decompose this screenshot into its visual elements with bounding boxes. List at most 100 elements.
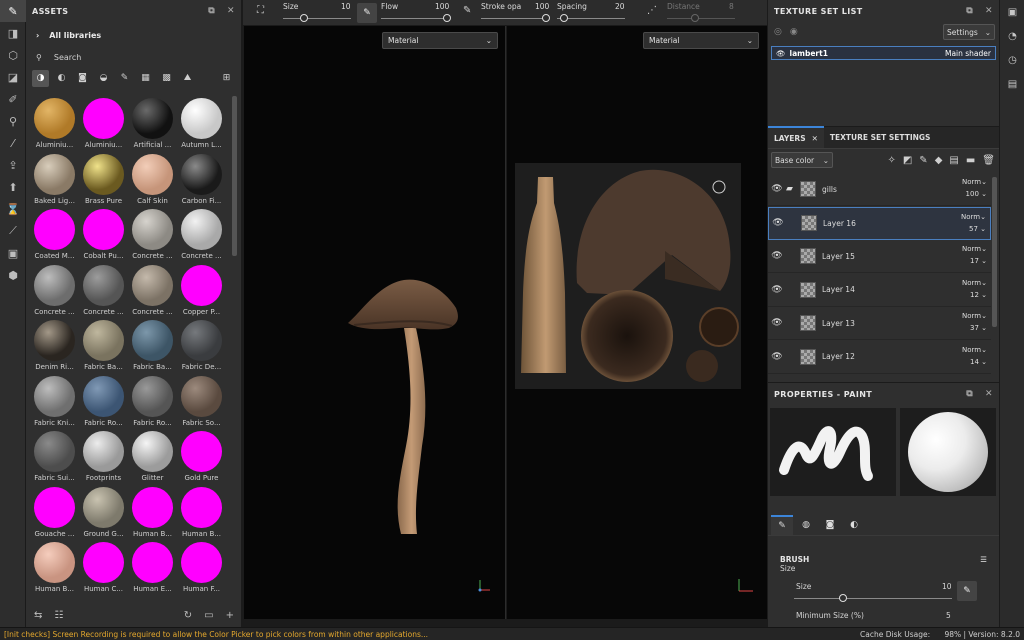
asset-tile[interactable]: Autumn L... — [177, 96, 226, 152]
search-field[interactable]: ⚲ Search — [26, 48, 241, 66]
add-fill-layer-icon[interactable]: ◆ — [935, 155, 943, 166]
brush-filter-icon[interactable]: ✎ — [116, 70, 133, 87]
symmetry-icon[interactable]: ⛶ — [257, 5, 264, 16]
hide-icon[interactable]: ◎ — [774, 27, 782, 37]
add-mask-icon[interactable]: ◩ — [903, 155, 912, 166]
asset-tile[interactable]: Human F... — [177, 540, 226, 596]
clone-stamp-icon[interactable]: ⚲ — [0, 110, 26, 132]
bake-icon[interactable]: ⬆ — [0, 176, 26, 198]
asset-tile[interactable]: Human B... — [30, 540, 79, 596]
asset-tile[interactable]: Glitter — [128, 429, 177, 485]
asset-tile[interactable]: Human C... — [79, 540, 128, 596]
asset-tile[interactable]: Artificial ... — [128, 96, 177, 152]
blend-mode[interactable]: Norm — [962, 178, 981, 186]
asset-tile[interactable]: Ground G... — [79, 485, 128, 541]
library-selector[interactable]: › All libraries — [26, 22, 241, 48]
viewport-3d[interactable]: Material ⌄ — [244, 26, 506, 619]
undock-icon[interactable]: ⧉ — [966, 389, 973, 399]
tab-texture-set-settings[interactable]: TEXTURE SET SETTINGS — [824, 126, 937, 148]
add-folder-icon[interactable]: ▬ — [966, 155, 975, 166]
asset-tile[interactable]: Concrete ... — [30, 263, 79, 319]
asset-tile[interactable]: Human B... — [177, 485, 226, 541]
asset-tile[interactable]: Calf Skin — [128, 152, 177, 208]
flow-value[interactable]: 100 — [435, 2, 449, 11]
layer-opacity[interactable]: 100 — [966, 190, 979, 198]
smart-material-filter-icon[interactable]: ◐ — [53, 70, 70, 87]
asset-tile[interactable]: Aluminiu... — [79, 96, 128, 152]
add-layer-icon[interactable]: ▤ — [949, 155, 958, 166]
photo-icon[interactable]: ▣ — [0, 242, 26, 264]
brush-tab-icon[interactable]: ✎ — [771, 514, 793, 535]
layer-blend[interactable]: Norm⌄ 12 ⌄ — [962, 277, 987, 301]
blend-mode[interactable]: Norm — [962, 245, 981, 253]
channel-dropdown[interactable]: Base color ⌄ — [771, 152, 833, 168]
layer-opacity[interactable]: 12 — [970, 291, 979, 299]
history-icon[interactable]: ◷ — [1000, 48, 1024, 72]
asset-tile[interactable]: Brass Pure — [79, 152, 128, 208]
folder-icon[interactable]: ▭ — [204, 610, 213, 621]
stencil-tab-icon[interactable]: ◙ — [819, 515, 841, 535]
hourglass-icon[interactable]: ⌛ — [0, 198, 26, 220]
tab-layers[interactable]: LAYERS ✕ — [768, 126, 824, 148]
layer-row[interactable]: 👁 ▰ gills Norm⌄ 100 ⌄ — [768, 173, 991, 206]
grid-view-icon[interactable]: ⊞ — [218, 70, 235, 87]
asset-tile[interactable]: Concrete ... — [128, 207, 177, 263]
viewport-2d-channel-select[interactable]: Material ⌄ — [643, 32, 759, 49]
min-size-value[interactable]: 5 — [946, 611, 951, 620]
section-menu-icon[interactable]: ☰ — [980, 555, 987, 564]
settings-dropdown[interactable]: Settings ⌄ — [943, 24, 995, 40]
delete-icon[interactable]: 🗑 — [982, 155, 995, 166]
flow-slider[interactable] — [381, 18, 447, 19]
projection-icon[interactable]: ⬡ — [0, 44, 26, 66]
asset-tile[interactable]: Gold Pure — [177, 429, 226, 485]
distance-value[interactable]: 8 — [729, 2, 734, 11]
asset-tile[interactable]: Fabric Ba... — [128, 318, 177, 374]
smudge-icon[interactable]: ✐ — [0, 88, 26, 110]
asset-tile[interactable]: Fabric De... — [177, 318, 226, 374]
brush-size-value[interactable]: 10 — [942, 582, 952, 591]
layer-row[interactable]: 👁 Layer 12 Norm⌄ 14 ⌄ — [768, 341, 991, 374]
close-icon[interactable]: ✕ — [985, 6, 993, 16]
brush-size-pressure-button[interactable]: ✎ — [957, 581, 977, 601]
brush-section-header[interactable]: BRUSH ☰ — [768, 544, 999, 574]
library-settings-icon[interactable]: ☷ — [54, 610, 63, 621]
eraser-icon[interactable]: ◨ — [0, 22, 26, 44]
material-tab-icon[interactable]: ◐ — [843, 515, 865, 535]
size-value[interactable]: 10 — [341, 2, 351, 11]
asset-tile[interactable]: Concrete ... — [79, 263, 128, 319]
size-slider[interactable] — [283, 18, 351, 19]
polygon-fill-icon[interactable]: ◪ — [0, 66, 26, 88]
measure-icon[interactable]: ⟋ — [0, 220, 26, 242]
asset-tile[interactable]: Gouache ... — [30, 485, 79, 541]
material-filter-icon[interactable]: ◑ — [32, 69, 49, 87]
eye-icon[interactable]: 👁 — [768, 318, 786, 328]
shader-settings-icon[interactable]: ◔ — [1000, 24, 1024, 48]
spacing-slider-knob[interactable] — [560, 14, 568, 22]
blend-mode[interactable]: Norm — [962, 312, 981, 320]
texture-set-shader[interactable]: Main shader — [945, 49, 991, 58]
add-effect-icon[interactable]: ✧ — [887, 155, 895, 166]
layer-opacity[interactable]: 37 — [970, 324, 979, 332]
layer-opacity[interactable]: 17 — [970, 257, 979, 265]
distance-slider[interactable] — [667, 18, 735, 19]
eye-icon[interactable]: 👁 — [768, 251, 786, 261]
asset-tile[interactable]: Aluminiu... — [30, 96, 79, 152]
layer-row[interactable]: 👁 Layer 16 Norm⌄ 57 ⌄ — [768, 206, 991, 240]
close-icon[interactable]: ✕ — [985, 389, 993, 399]
stroke-opacity-slider[interactable] — [481, 18, 547, 19]
asset-tile[interactable]: Fabric Ba... — [79, 318, 128, 374]
assets-scrollbar[interactable] — [232, 96, 237, 256]
visibility-icon[interactable]: ◉ — [790, 27, 798, 37]
layer-row[interactable]: 👁 Layer 13 Norm⌄ 37 ⌄ — [768, 307, 991, 340]
layer-blend[interactable]: Norm⌄ 57 ⌄ — [961, 211, 986, 235]
eye-icon[interactable]: 👁 — [768, 285, 786, 295]
blend-mode[interactable]: Norm — [961, 213, 980, 221]
stroke-opacity-value[interactable]: 100 — [535, 2, 549, 11]
flow-slider-knob[interactable] — [443, 14, 451, 22]
asset-tile[interactable]: Concrete ... — [177, 207, 226, 263]
refresh-icon[interactable]: ↻ — [184, 610, 192, 621]
layer-blend[interactable]: Norm⌄ 37 ⌄ — [962, 310, 987, 334]
add-icon[interactable]: + — [226, 610, 234, 621]
export-icon[interactable]: ⇪ — [0, 154, 26, 176]
eye-icon[interactable]: 👁 — [769, 218, 787, 228]
